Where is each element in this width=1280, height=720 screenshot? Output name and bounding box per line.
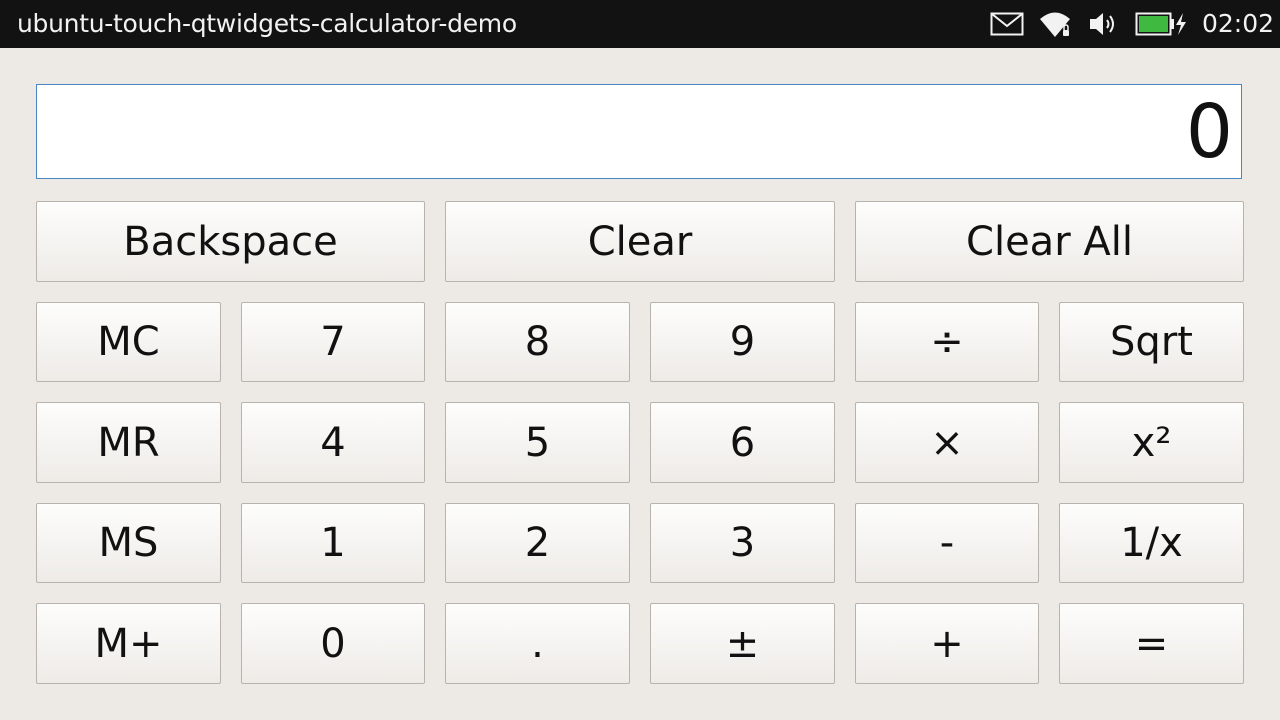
memory-clear-label: MC	[97, 319, 160, 365]
plus-button[interactable]: +	[855, 603, 1039, 684]
digit-7-button[interactable]: 7	[241, 302, 425, 382]
plus-label: +	[930, 620, 964, 667]
digit-1-label: 1	[320, 520, 346, 566]
memory-store-button[interactable]: MS	[36, 503, 221, 583]
change-sign-label: ±	[725, 620, 760, 667]
display-value: 0	[1185, 89, 1233, 175]
digit-9-button[interactable]: 9	[650, 302, 835, 382]
battery-charging-icon[interactable]	[1135, 11, 1189, 39]
mail-icon[interactable]	[990, 12, 1024, 40]
reciprocal-label: 1/x	[1120, 520, 1183, 566]
status-bar: ubuntu-touch-qtwidgets-calculator-demo 0…	[0, 0, 1280, 48]
digit-3-label: 3	[729, 520, 756, 566]
clear-all-label: Clear All	[966, 218, 1133, 265]
digit-1-button[interactable]: 1	[241, 503, 425, 583]
digit-0-label: 0	[320, 620, 346, 667]
decimal-point-button[interactable]: .	[445, 603, 630, 684]
reciprocal-button[interactable]: 1/x	[1059, 503, 1244, 583]
clear-button[interactable]: Clear	[445, 201, 835, 282]
app-title: ubuntu-touch-qtwidgets-calculator-demo	[17, 9, 517, 38]
digit-0-button[interactable]: 0	[241, 603, 425, 684]
square-label: x²	[1131, 419, 1172, 466]
divide-label: ÷	[930, 319, 964, 365]
digit-8-button[interactable]: 8	[445, 302, 630, 382]
sqrt-button[interactable]: Sqrt	[1059, 302, 1244, 382]
calculator-display[interactable]: 0	[36, 84, 1242, 179]
memory-store-label: MS	[98, 520, 159, 566]
clock: 02:02	[1202, 9, 1275, 38]
memory-add-button[interactable]: M+	[36, 603, 221, 684]
multiply-button[interactable]: ×	[855, 402, 1039, 483]
digit-3-button[interactable]: 3	[650, 503, 835, 583]
memory-recall-label: MR	[97, 419, 160, 466]
digit-5-label: 5	[524, 419, 551, 466]
square-button[interactable]: x²	[1059, 402, 1244, 483]
digit-5-button[interactable]: 5	[445, 402, 630, 483]
memory-recall-button[interactable]: MR	[36, 402, 221, 483]
digit-7-label: 7	[320, 319, 346, 365]
digit-4-button[interactable]: 4	[241, 402, 425, 483]
volume-icon[interactable]	[1088, 10, 1118, 38]
equals-button[interactable]: =	[1059, 603, 1244, 684]
minus-label: -	[939, 520, 955, 566]
memory-add-label: M+	[94, 620, 163, 667]
backspace-button[interactable]: Backspace	[36, 201, 425, 282]
wifi-icon[interactable]	[1038, 10, 1074, 38]
digit-6-button[interactable]: 6	[650, 402, 835, 483]
backspace-label: Backspace	[123, 218, 338, 265]
digit-6-label: 6	[729, 419, 756, 466]
multiply-label: ×	[930, 419, 964, 466]
minus-button[interactable]: -	[855, 503, 1039, 583]
digit-2-button[interactable]: 2	[445, 503, 630, 583]
change-sign-button[interactable]: ±	[650, 603, 835, 684]
memory-clear-button[interactable]: MC	[36, 302, 221, 382]
sqrt-label: Sqrt	[1110, 319, 1193, 365]
digit-8-label: 8	[524, 319, 551, 365]
clear-all-button[interactable]: Clear All	[855, 201, 1244, 282]
clear-label: Clear	[587, 218, 693, 265]
decimal-point-label: .	[531, 620, 544, 667]
digit-9-label: 9	[729, 319, 756, 365]
divide-button[interactable]: ÷	[855, 302, 1039, 382]
digit-2-label: 2	[524, 520, 551, 566]
digit-4-label: 4	[320, 419, 346, 466]
equals-label: =	[1134, 620, 1169, 667]
